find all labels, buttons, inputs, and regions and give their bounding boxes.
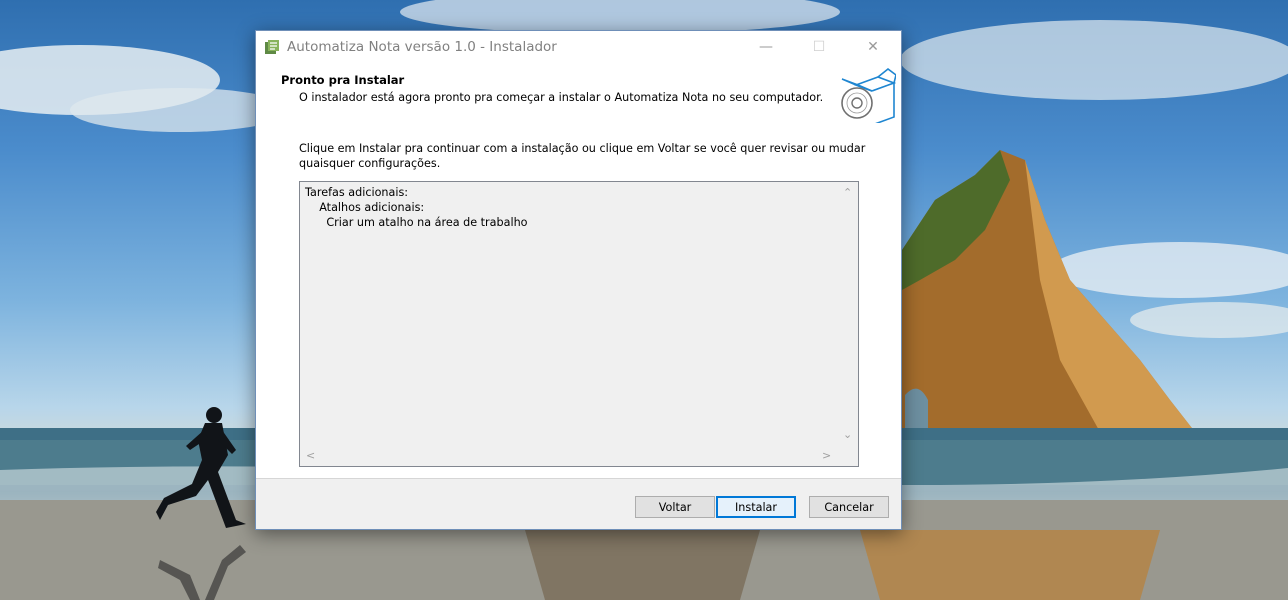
installer-window: Automatiza Nota versão 1.0 - Instalador … bbox=[255, 30, 902, 530]
memo-line: Tarefas adicionais: bbox=[305, 186, 409, 199]
scroll-left-icon[interactable]: < bbox=[306, 450, 315, 461]
back-button[interactable]: Voltar bbox=[635, 496, 715, 518]
maximize-button[interactable]: ☐ bbox=[796, 31, 842, 63]
memo-line: Atalhos adicionais: bbox=[305, 201, 425, 214]
installer-app-icon bbox=[265, 40, 279, 54]
wizard-header: Pronto pra Instalar O instalador está ag… bbox=[256, 63, 901, 123]
close-icon: ✕ bbox=[867, 39, 879, 55]
page-title: Pronto pra Instalar bbox=[281, 73, 405, 87]
wizard-footer: Voltar Instalar Cancelar bbox=[256, 479, 901, 529]
open-box-with-disc-icon bbox=[841, 67, 896, 123]
maximize-icon: ☐ bbox=[812, 39, 826, 55]
page-subtitle: O instalador está agora pronto pra começ… bbox=[299, 91, 824, 104]
scroll-right-icon[interactable]: > bbox=[822, 450, 831, 461]
close-button[interactable]: ✕ bbox=[850, 31, 896, 63]
scroll-corner bbox=[838, 446, 858, 466]
wizard-content: Clique em Instalar pra continuar com a i… bbox=[256, 123, 901, 478]
memo-text: Tarefas adicionais: Atalhos adicionais: … bbox=[305, 185, 528, 230]
scroll-up-icon[interactable]: ⌃ bbox=[843, 187, 852, 198]
cancel-button[interactable]: Cancelar bbox=[809, 496, 889, 518]
vertical-scrollbar[interactable]: ⌃ ⌄ bbox=[838, 182, 858, 447]
install-button[interactable]: Instalar bbox=[716, 496, 796, 518]
horizontal-scrollbar[interactable]: < > bbox=[300, 446, 839, 466]
title-bar[interactable]: Automatiza Nota versão 1.0 - Instalador … bbox=[256, 31, 901, 63]
minimize-button[interactable]: — bbox=[743, 31, 789, 63]
ready-memo-box[interactable]: Tarefas adicionais: Atalhos adicionais: … bbox=[299, 181, 859, 467]
instruction-text: Clique em Instalar pra continuar com a i… bbox=[299, 142, 866, 170]
scroll-down-icon[interactable]: ⌄ bbox=[843, 429, 852, 440]
minimize-icon: — bbox=[759, 39, 773, 55]
window-title: Automatiza Nota versão 1.0 - Instalador bbox=[287, 39, 557, 55]
memo-line: Criar um atalho na área de trabalho bbox=[305, 216, 528, 229]
